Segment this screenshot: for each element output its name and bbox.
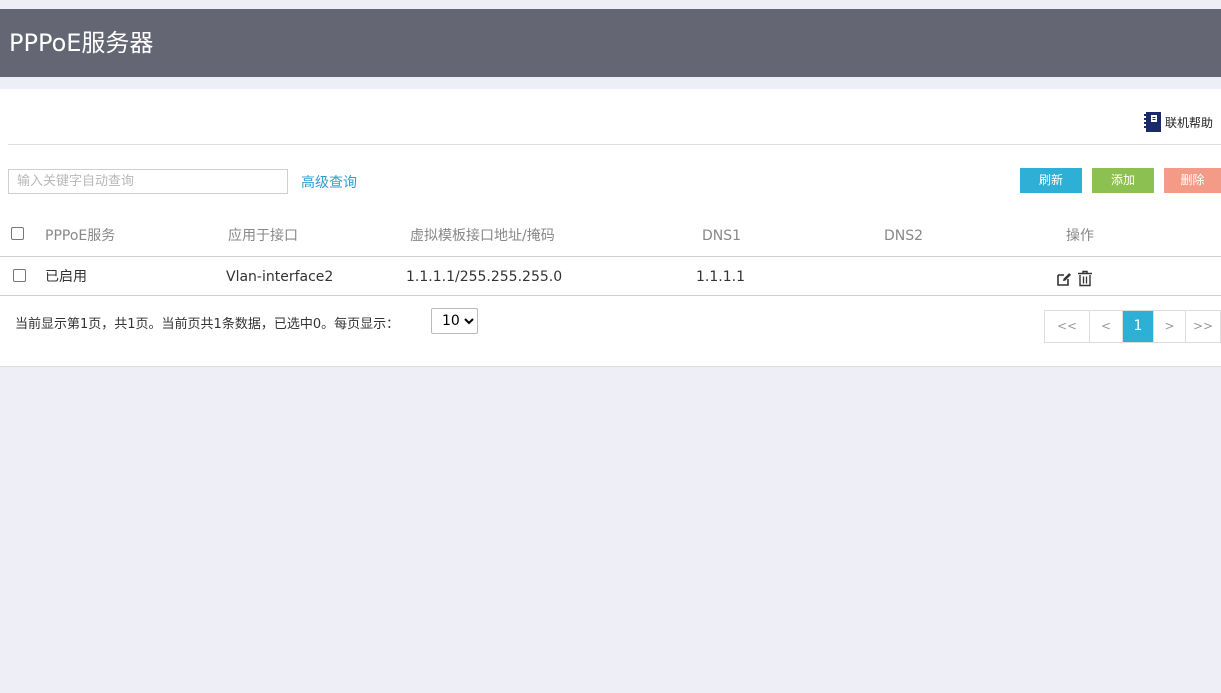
next-page-button[interactable]: > <box>1154 311 1186 342</box>
select-all-checkbox[interactable] <box>11 227 24 240</box>
add-button[interactable]: 添加 <box>1092 168 1154 193</box>
help-book-icon <box>1143 112 1161 132</box>
column-header-service: PPPoE服务 <box>45 228 116 244</box>
table-header: PPPoE服务 应用于接口 虚拟模板接口地址/掩码 DNS1 DNS2 操作 <box>0 215 1221 257</box>
pagination-info: 当前显示第1页，共1页。当前页共1条数据，已选中0。每页显示： <box>15 317 400 332</box>
divider <box>8 144 1221 145</box>
first-page-button[interactable]: << <box>1045 311 1090 342</box>
page-title: PPPoE服务器 <box>9 29 154 57</box>
row-checkbox[interactable] <box>13 269 26 282</box>
cell-dns1: 1.1.1.1 <box>696 269 745 285</box>
prev-page-button[interactable]: < <box>1090 311 1123 342</box>
column-header-address: 虚拟模板接口地址/掩码 <box>410 228 555 244</box>
page-size-select[interactable]: 10 <box>431 308 478 334</box>
advanced-search-link[interactable]: 高级查询 <box>301 172 357 192</box>
delete-button[interactable]: 删除 <box>1164 168 1221 193</box>
column-header-dns2: DNS2 <box>884 228 924 244</box>
refresh-button[interactable]: 刷新 <box>1020 168 1082 193</box>
page-header: PPPoE服务器 <box>0 9 1221 77</box>
pagination: << < 1 > >> <box>1044 310 1221 343</box>
search-input[interactable] <box>8 169 288 194</box>
page-button-current[interactable]: 1 <box>1123 311 1154 342</box>
online-help-label: 联机帮助 <box>1164 115 1213 130</box>
online-help-link[interactable]: 联机帮助 <box>1143 111 1213 133</box>
cell-address: 1.1.1.1/255.255.255.0 <box>406 269 563 285</box>
column-header-interface: 应用于接口 <box>228 228 298 244</box>
column-header-actions: 操作 <box>1066 228 1094 244</box>
table-row: 已启用 Vlan-interface2 1.1.1.1/255.255.255.… <box>0 258 1221 296</box>
column-header-dns1: DNS1 <box>702 228 742 244</box>
cell-service: 已启用 <box>45 269 87 285</box>
top-strip <box>0 0 1221 9</box>
cell-interface: Vlan-interface2 <box>226 269 334 285</box>
last-page-button[interactable]: >> <box>1186 311 1221 342</box>
edit-icon[interactable] <box>1056 271 1072 287</box>
main-panel: 联机帮助 高级查询 刷新 添加 删除 PPPoE服务 应用于接口 虚拟模板接口地… <box>0 89 1221 367</box>
trash-icon[interactable] <box>1077 270 1093 287</box>
